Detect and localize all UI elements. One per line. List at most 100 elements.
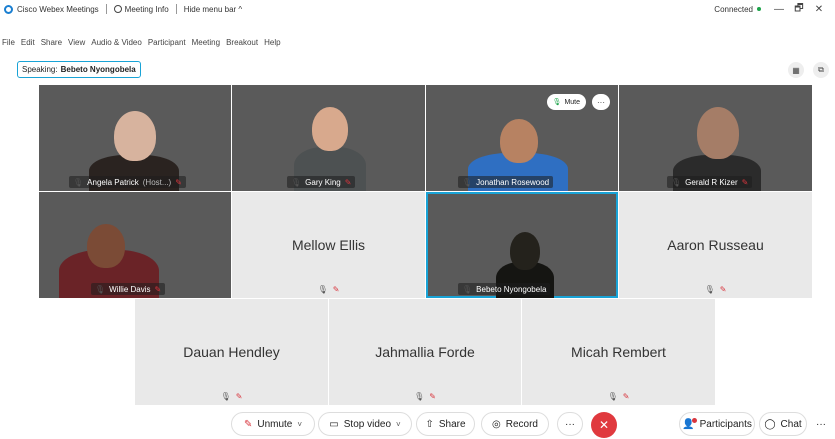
menu-audio-video[interactable]: Audio & Video (91, 38, 142, 47)
share-label: Share (438, 418, 466, 430)
muted-mic-icon: ✎ (429, 392, 436, 401)
participant-name: Angela Patrick (87, 177, 139, 187)
menu-participant[interactable]: Participant (148, 38, 186, 47)
unmute-button[interactable]: ✎ Unmute ˅ (231, 412, 315, 436)
video-tile-gary-king[interactable]: 🎙 Gary King ✎ (232, 85, 425, 191)
menu-meeting[interactable]: Meeting (192, 38, 220, 47)
restore-button[interactable]: 🗗 (789, 1, 809, 18)
video-tile-angela-patrick[interactable]: 🎙 Angela Patrick (Host...) ✎ (39, 85, 231, 191)
audio-status: 🎙 ✎ (619, 285, 812, 294)
record-button[interactable]: ◎ Record (481, 412, 549, 436)
muted-mic-icon: ✎ (719, 285, 727, 294)
mic-icon: 🎙 (704, 285, 715, 294)
mute-label: Mute (564, 98, 580, 106)
video-tile-bebeto-nyongobela[interactable]: 🎙 Bebeto Nyongobela (426, 192, 618, 298)
tile-jahmallia-forde[interactable]: Jahmallia Forde 🎙 ✎ (329, 299, 521, 405)
unmute-label: Unmute (257, 418, 293, 430)
participant-name: Aaron Russeau (667, 237, 764, 253)
menu-edit[interactable]: Edit (21, 38, 35, 47)
mic-icon: 🎙 (220, 392, 231, 401)
minimize-button[interactable]: — (769, 4, 789, 15)
end-call-button[interactable]: ✕ (591, 412, 617, 438)
hide-menu-bar-button[interactable]: Hide menu bar ^ (184, 5, 242, 14)
muted-mic-icon: ✎ (741, 177, 749, 187)
muted-mic-icon: ✎ (622, 392, 630, 401)
participants-button[interactable]: 👤 Participants (679, 412, 755, 436)
divider (175, 4, 177, 14)
record-icon: ◎ (492, 418, 501, 430)
participant-face (87, 224, 125, 268)
mic-icon: 🎙 (414, 392, 425, 401)
video-grid: 🎙 Angela Patrick (Host...) ✎ 🎙 Gary King… (0, 84, 835, 406)
connection-status-icon (757, 7, 761, 11)
participant-name: Gary King (305, 177, 341, 187)
more-options-button[interactable]: ··· (592, 94, 610, 110)
hide-menu-label: Hide menu bar ^ (183, 4, 243, 14)
name-tag: 🎙 Bebeto Nyongobela (458, 283, 551, 295)
chat-label: Chat (780, 418, 802, 430)
tile-dauan-hendley[interactable]: Dauan Hendley 🎙 ✎ (135, 299, 328, 405)
name-tag: 🎙 Gerald R Kizer ✎ (667, 176, 753, 188)
muted-mic-icon: ✎ (235, 392, 243, 401)
stop-video-label: Stop video (343, 418, 392, 430)
video-camera-icon: ▭ (329, 418, 339, 430)
participant-face (697, 107, 739, 159)
mic-icon: 🎙 (95, 284, 106, 294)
participant-face (312, 107, 348, 151)
chevron-down-icon[interactable]: ˅ (297, 420, 302, 429)
share-icon: ⇧ (425, 418, 434, 430)
share-button[interactable]: ⇧ Share (416, 412, 475, 436)
title-bar: Cisco Webex Meetings Meeting Info Hide m… (0, 0, 835, 18)
mic-icon: 🎙 (291, 177, 302, 187)
record-label: Record (505, 418, 538, 430)
connection-status: Connected (714, 4, 753, 14)
video-tile-willie-davis[interactable]: 🎙 Willie Davis ✎ (39, 192, 231, 298)
menu-breakout[interactable]: Breakout (226, 38, 258, 47)
meeting-info-label: Meeting Info (124, 4, 169, 14)
participant-name: Micah Rembert (571, 344, 666, 360)
name-tag: 🎙 Angela Patrick (Host...) ✎ (69, 176, 186, 188)
notification-dot (691, 417, 697, 423)
menu-help[interactable]: Help (264, 38, 280, 47)
app-name: Cisco Webex Meetings (17, 4, 99, 14)
more-options-button[interactable]: ··· (557, 412, 583, 436)
name-tag: 🎙 Willie Davis ✎ (91, 283, 166, 295)
participant-face (114, 111, 156, 161)
close-window-button[interactable]: ✕ (809, 4, 829, 15)
menu-bar: File Edit Share View Audio & Video Parti… (0, 36, 287, 48)
participant-face (510, 232, 540, 270)
menu-share[interactable]: Share (41, 38, 62, 47)
menu-view[interactable]: View (68, 38, 85, 47)
app-title: Cisco Webex Meetings (4, 4, 99, 14)
participant-name: Jonathan Rosewood (476, 177, 550, 187)
overflow-menu-button[interactable]: ··· (810, 412, 832, 436)
muted-mic-icon: ✎ (175, 177, 182, 187)
mute-participant-button[interactable]: 🎙 Mute (546, 94, 586, 110)
popout-icon[interactable]: ⧉ (813, 62, 829, 78)
meeting-info-button[interactable]: Meeting Info (113, 4, 169, 14)
host-label: (Host...) (142, 177, 172, 187)
audio-status: 🎙 ✎ (329, 392, 521, 401)
participant-name: Bebeto Nyongobela (476, 284, 547, 294)
chat-button[interactable]: ◯ Chat (759, 412, 807, 436)
tile-mellow-ellis[interactable]: Mellow Ellis 🎙 ✎ (232, 192, 425, 298)
muted-mic-icon: ✎ (332, 285, 340, 294)
mic-icon: 🎙 (462, 284, 473, 294)
chevron-down-icon[interactable]: ˅ (396, 420, 401, 429)
tile-aaron-russeau[interactable]: Aaron Russeau 🎙 ✎ (619, 192, 812, 298)
chat-icon: ◯ (764, 418, 776, 430)
info-icon (113, 5, 122, 13)
video-tile-gerald-r-kizer[interactable]: 🎙 Gerald R Kizer ✎ (619, 85, 812, 191)
speaking-name: Bebeto Nyongobela (60, 65, 136, 74)
mic-icon: 🎙 (671, 177, 682, 187)
video-tile-jonathan-rosewood[interactable]: 🎙 Mute ··· 🎙 Jonathan Rosewood (426, 85, 618, 191)
grid-layout-icon[interactable]: ▦ (788, 62, 804, 78)
participants-label: Participants (699, 418, 752, 430)
participant-name: Jahmallia Forde (375, 344, 475, 360)
tile-micah-rembert[interactable]: Micah Rembert 🎙 ✎ (522, 299, 715, 405)
stop-video-button[interactable]: ▭ Stop video ˅ (318, 412, 412, 436)
muted-mic-icon: ✎ (154, 284, 162, 294)
menu-file[interactable]: File (2, 38, 15, 47)
audio-status: 🎙 ✎ (232, 285, 425, 294)
participant-face (500, 119, 538, 163)
